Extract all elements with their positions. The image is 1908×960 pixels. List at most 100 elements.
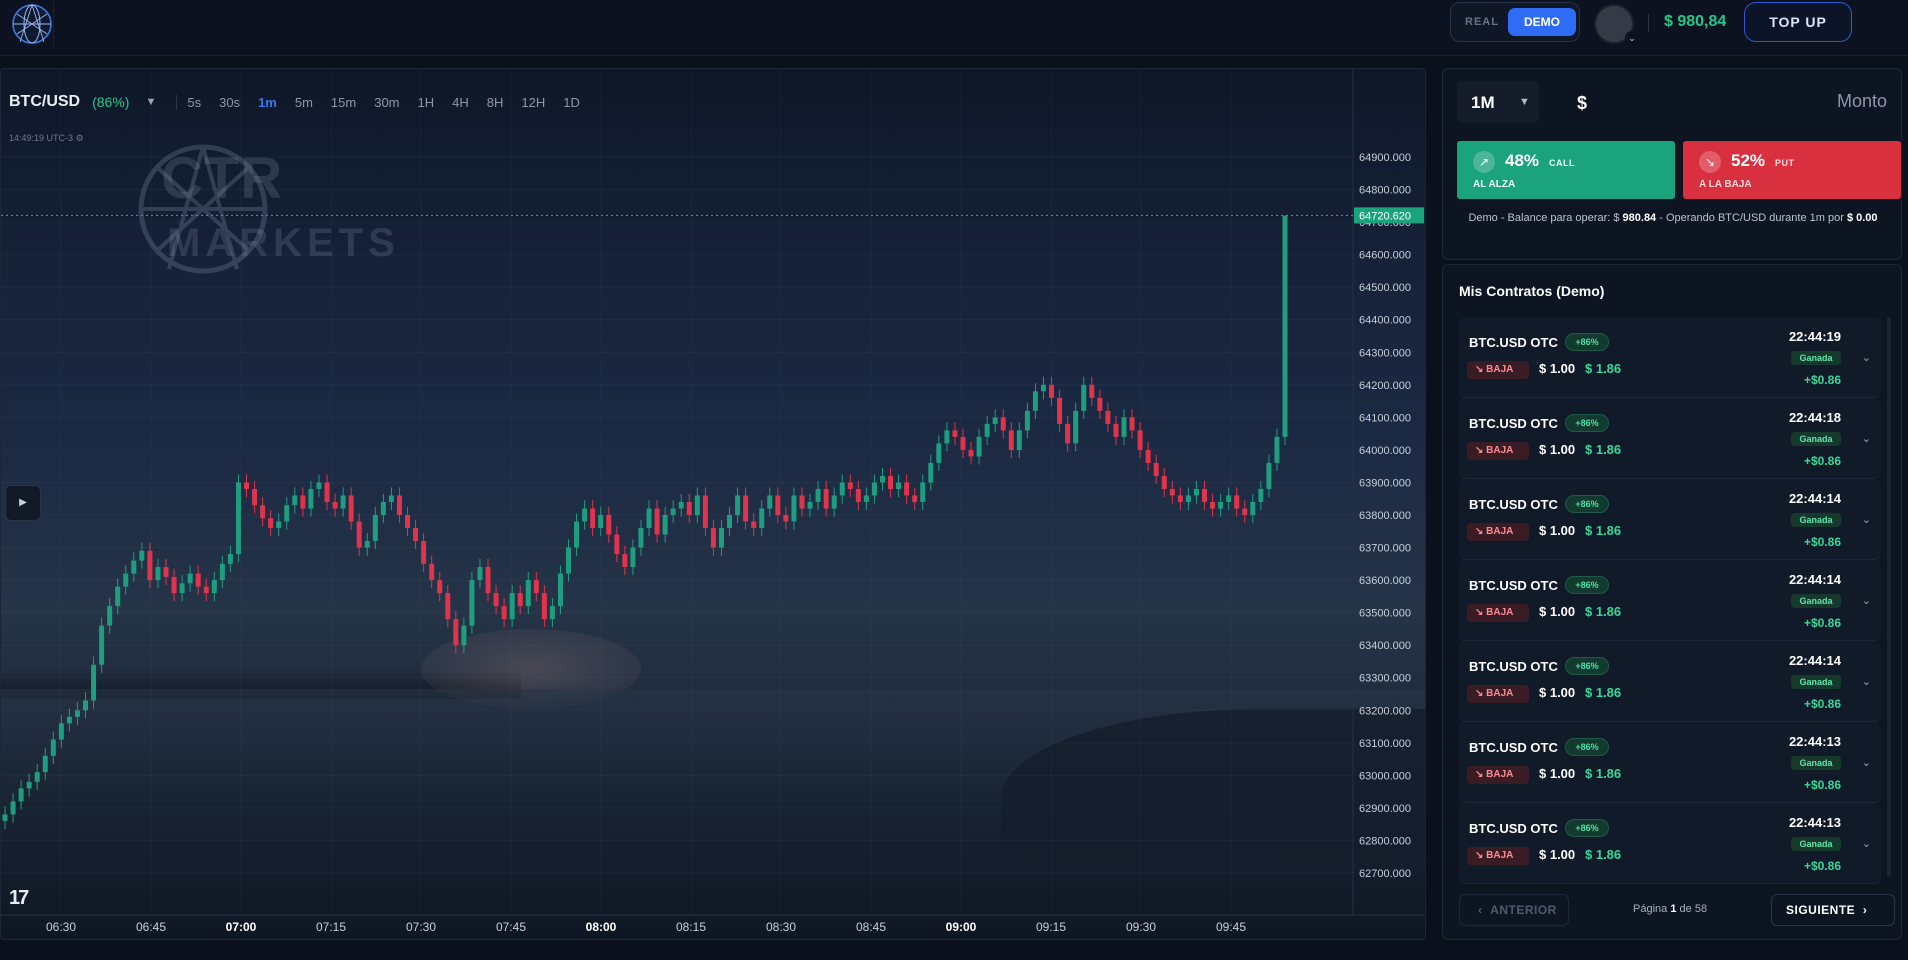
x-tick-label: 07:45 <box>496 920 526 934</box>
call-label: CALL <box>1549 158 1575 168</box>
symbol-payout: (86%) <box>92 94 130 110</box>
contract-time: 22:44:13 <box>1788 734 1841 749</box>
candle <box>815 488 821 502</box>
trade-card: 1M ▼ $ Monto ↗ 48% CALL AL ALZA ↘ 52% PU… <box>1442 68 1902 260</box>
chevron-down-icon[interactable]: ⌄ <box>1625 31 1639 45</box>
chevron-down-icon[interactable]: ⌄ <box>1862 351 1871 364</box>
candle <box>219 563 225 581</box>
timeframe-8h[interactable]: 8H <box>487 95 504 110</box>
candle <box>751 521 757 529</box>
y-tick-label: 63400.000 <box>1359 640 1411 652</box>
put-button[interactable]: ↘ 52% PUT A LA BAJA <box>1683 141 1901 199</box>
account-mode-switch: REAL DEMO <box>1450 2 1580 42</box>
candle <box>1113 423 1119 437</box>
contract-profit: +$0.86 <box>1803 697 1841 711</box>
previous-button[interactable]: ‹ ANTERIOR <box>1459 894 1569 926</box>
brand-logo[interactable] <box>10 2 54 46</box>
contract-row[interactable]: BTC.USD OTC +86% ↘ BAJA $ 1.00 $ 1.86 22:44:1… <box>1459 722 1881 803</box>
duration-value: 1M <box>1471 93 1495 112</box>
candle <box>694 495 700 515</box>
contract-row[interactable]: BTC.USD OTC +86% ↘ BAJA $ 1.00 $ 1.86 22:44:1… <box>1459 641 1881 722</box>
contract-payout: $ 1.86 <box>1585 361 1622 376</box>
contract-row[interactable]: BTC.USD OTC +86% ↘ BAJA $ 1.00 $ 1.86 22:44:1… <box>1459 479 1881 560</box>
timeframe-1d[interactable]: 1D <box>563 95 580 110</box>
y-tick-label: 62800.000 <box>1359 835 1411 847</box>
candle <box>735 495 741 515</box>
status-badge: Ganada <box>1791 432 1841 446</box>
chevron-down-icon[interactable]: ⌄ <box>1862 756 1871 769</box>
timeframe-1m[interactable]: 1m <box>258 95 277 110</box>
timeframe-12h[interactable]: 12H <box>521 95 545 110</box>
candle <box>904 482 910 496</box>
contract-profit: +$0.86 <box>1803 373 1841 387</box>
direction-badge: ↘ BAJA <box>1467 442 1529 460</box>
candle <box>1177 495 1183 502</box>
y-tick-label: 62700.000 <box>1359 868 1411 880</box>
scrollbar[interactable] <box>1887 317 1891 877</box>
play-toggle-icon[interactable]: ▶ <box>5 485 41 521</box>
arrow-up-right-icon: ↗ <box>1473 151 1495 173</box>
chevron-down-icon[interactable]: ⌄ <box>1862 675 1871 688</box>
chart-panel[interactable]: CTR MARKETS 64900.00064800.00064700.0006… <box>0 68 1426 940</box>
symbol-label[interactable]: BTC/USD <box>9 93 80 111</box>
timeframe-1h[interactable]: 1H <box>418 95 435 110</box>
candle <box>807 501 813 509</box>
candle <box>598 515 604 529</box>
call-button[interactable]: ↗ 48% CALL AL ALZA <box>1457 141 1675 199</box>
gear-icon[interactable]: ⚙ <box>76 133 84 143</box>
contract-row[interactable]: BTC.USD OTC +86% ↘ BAJA $ 1.00 $ 1.86 22:44:1… <box>1459 317 1881 398</box>
candle <box>670 508 676 515</box>
chevron-down-icon[interactable]: ⌄ <box>1862 594 1871 607</box>
candle <box>1089 384 1095 398</box>
top-up-button[interactable]: TOP UP <box>1744 2 1852 42</box>
candle <box>203 586 209 594</box>
candle <box>525 580 531 607</box>
candle <box>380 501 386 515</box>
timeframe-5s[interactable]: 5s <box>187 95 201 110</box>
timeframe-15m[interactable]: 15m <box>331 95 356 110</box>
globe-logo-icon <box>12 4 52 44</box>
y-tick-label: 63900.000 <box>1359 477 1411 489</box>
contract-time: 22:44:14 <box>1788 491 1841 506</box>
candle <box>34 772 40 782</box>
x-tick-label: 08:15 <box>676 920 706 934</box>
tradingview-logo[interactable]: 17 <box>9 887 29 910</box>
y-tick-label: 64900.000 <box>1359 152 1411 164</box>
put-percent: 52% <box>1731 151 1766 170</box>
next-button[interactable]: SIGUIENTE › <box>1771 894 1895 926</box>
candle <box>1210 501 1216 509</box>
arrow-down-right-icon: ↘ <box>1475 688 1484 699</box>
direction-badge: ↘ BAJA <box>1467 766 1529 784</box>
contract-row[interactable]: BTC.USD OTC +86% ↘ BAJA $ 1.00 $ 1.86 22:44:1… <box>1459 398 1881 479</box>
direction-badge: ↘ BAJA <box>1467 523 1529 541</box>
payout-badge: +86% <box>1565 414 1609 432</box>
candle <box>340 495 346 509</box>
amount-input[interactable]: Monto <box>1837 91 1887 112</box>
symbol-chevron-down-icon[interactable]: ▼ <box>145 96 156 108</box>
chevron-down-icon[interactable]: ⌄ <box>1862 513 1871 526</box>
candle <box>920 482 926 502</box>
contract-row[interactable]: BTC.USD OTC +86% ↘ BAJA $ 1.00 $ 1.86 22:44:1… <box>1459 803 1881 884</box>
timeframe-30s[interactable]: 30s <box>219 95 240 110</box>
duration-select[interactable]: 1M ▼ <box>1457 81 1539 123</box>
contract-row[interactable]: BTC.USD OTC +86% ↘ BAJA $ 1.00 $ 1.86 22:44:1… <box>1459 560 1881 641</box>
candle <box>718 528 724 548</box>
timeframe-4h[interactable]: 4H <box>452 95 469 110</box>
chevron-down-icon[interactable]: ⌄ <box>1862 432 1871 445</box>
timeframe-30m[interactable]: 30m <box>374 95 399 110</box>
candle <box>590 508 596 529</box>
timeframe-5m[interactable]: 5m <box>295 95 313 110</box>
y-tick-label: 63800.000 <box>1359 510 1411 522</box>
mode-demo-button[interactable]: DEMO <box>1508 8 1576 36</box>
candle <box>775 495 781 515</box>
candle <box>1137 430 1143 450</box>
price-chart[interactable]: 64900.00064800.00064700.00064600.0006450… <box>1 69 1426 940</box>
candle <box>541 593 547 620</box>
candle <box>533 580 539 594</box>
chevron-down-icon[interactable]: ⌄ <box>1862 837 1871 850</box>
candle <box>791 495 797 522</box>
candle <box>1169 488 1175 496</box>
candle <box>58 723 64 740</box>
mode-real-button[interactable]: REAL <box>1465 16 1499 28</box>
candle <box>968 449 974 457</box>
